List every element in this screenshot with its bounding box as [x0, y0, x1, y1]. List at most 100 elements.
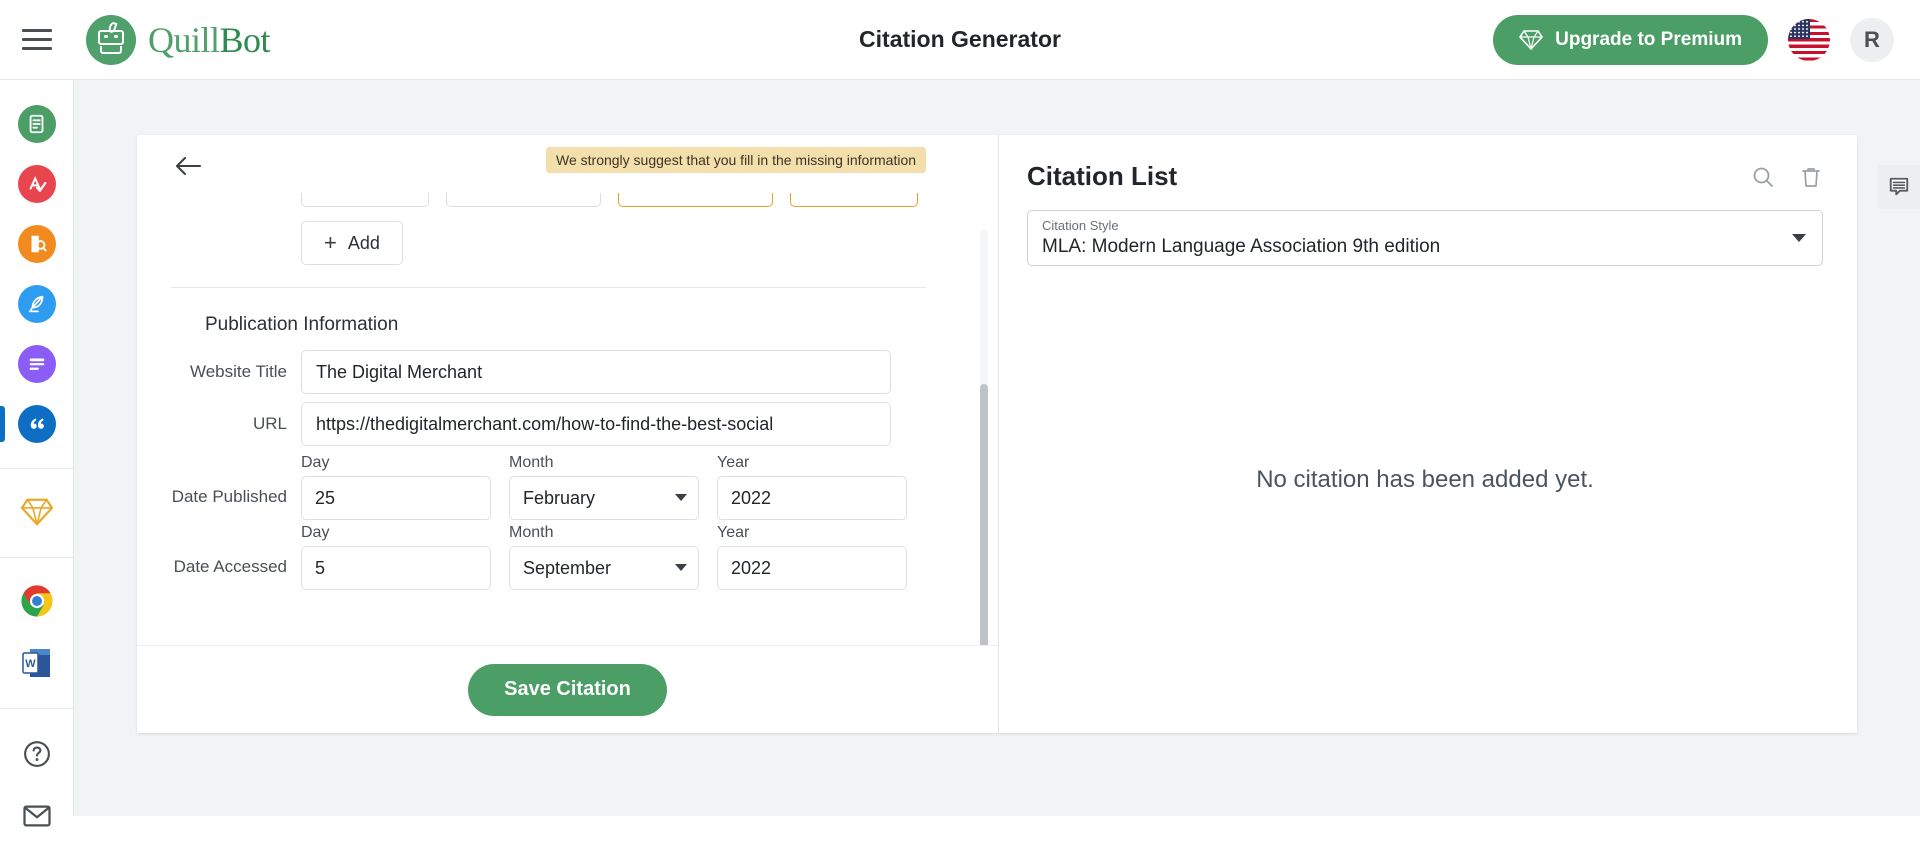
citation-list-header: Citation List [1027, 161, 1823, 192]
year-label: Year [717, 454, 750, 471]
publication-information-heading: Publication Information [205, 314, 399, 335]
published-day-group: Day [301, 454, 491, 520]
hamburger-bar [22, 29, 52, 32]
sidebar-item-summarizer[interactable] [0, 334, 74, 394]
sidebar-item-plagiarism-checker[interactable] [0, 214, 74, 274]
main-canvas: We strongly suggest that you fill in the… [74, 80, 1920, 816]
trash-icon[interactable] [1799, 165, 1823, 189]
sidebar-item-grammar-checker[interactable] [0, 154, 74, 214]
contributor-field-partial-warning[interactable] [618, 193, 773, 207]
sidebar-item-help[interactable] [0, 723, 74, 785]
citation-list-panel: Citation List Citation Style MLA: Modern… [999, 135, 1857, 733]
contributor-field-partial[interactable] [446, 193, 601, 207]
diamond-icon [1519, 29, 1544, 50]
svg-text:W: W [25, 658, 36, 670]
url-input[interactable] [301, 402, 891, 446]
sidebar-item-contact[interactable] [0, 785, 74, 847]
accessed-year-input[interactable] [717, 546, 907, 590]
gold-diamond-icon [20, 498, 53, 526]
citation-list-empty-message: No citation has been added yet. [1256, 465, 1594, 493]
quillbot-logo[interactable]: QuillBot [86, 14, 271, 65]
form-topbar: We strongly suggest that you fill in the… [137, 135, 998, 193]
quillbot-robot-icon [86, 14, 136, 65]
citation-style-label: Citation Style [1042, 218, 1119, 233]
summary-lines-icon [17, 345, 56, 383]
section-divider [171, 287, 926, 288]
url-row: URL [171, 402, 926, 446]
citation-style-select[interactable]: Citation Style MLA: Modern Language Asso… [1027, 210, 1823, 266]
chevron-down-icon [1792, 234, 1806, 242]
sidebar-item-citation-generator[interactable] [0, 394, 74, 454]
accessed-month-select[interactable]: September [509, 546, 699, 590]
avatar-initial: R [1864, 26, 1880, 52]
date-accessed-label: Date Accessed [173, 557, 287, 576]
back-arrow-icon[interactable] [171, 149, 205, 183]
app-header: QuillBot Citation Generator Upgrade to P… [0, 0, 1920, 80]
form-scrollbar[interactable] [980, 229, 988, 645]
sidebar-premium-group [0, 469, 73, 558]
us-flag-icon[interactable] [1788, 18, 1830, 61]
sidebar-footer-group [0, 709, 73, 847]
hamburger-bar [22, 38, 52, 41]
sidebar-tools-group [0, 80, 73, 469]
document-search-icon [17, 225, 56, 263]
feedback-comment-icon[interactable] [1878, 165, 1920, 209]
form-footer: Save Citation [137, 645, 998, 733]
accessed-day-group: Day [301, 524, 491, 590]
hamburger-bar [22, 47, 52, 50]
website-title-input[interactable] [301, 350, 891, 394]
missing-info-warning: We strongly suggest that you fill in the… [546, 147, 927, 173]
published-year-group: Year [717, 454, 907, 520]
add-button-label: Add [347, 232, 380, 253]
add-contributor-row: + Add [171, 221, 926, 265]
citation-list-title: Citation List [1027, 161, 1178, 191]
accessed-year-group: Year [717, 524, 907, 590]
date-accessed-row: Date Accessed Day Month September [171, 524, 926, 590]
hamburger-menu-icon[interactable] [22, 22, 58, 58]
brand-quill-text: Quill [148, 19, 220, 60]
header-actions: Upgrade to Premium R [1493, 14, 1894, 65]
contributor-fields-row [171, 193, 926, 207]
day-label: Day [301, 524, 330, 541]
chrome-icon [20, 585, 53, 617]
website-title-label: Website Title [189, 362, 287, 381]
form-scrollbar-thumb[interactable] [980, 384, 988, 645]
left-sidebar: W [0, 80, 74, 827]
website-title-row: Website Title [171, 350, 926, 394]
published-day-input[interactable] [301, 476, 491, 520]
sidebar-item-word-addin[interactable]: W [0, 632, 74, 694]
sidebar-item-co-writer[interactable] [0, 274, 74, 334]
sidebar-item-chrome-extension[interactable] [0, 570, 74, 632]
sidebar-item-paraphraser[interactable] [0, 94, 74, 154]
published-year-input[interactable] [717, 476, 907, 520]
add-contributor-button[interactable]: + Add [301, 221, 403, 265]
citation-form-panel: We strongly suggest that you fill in the… [137, 135, 999, 733]
quotation-marks-icon [17, 405, 56, 443]
published-month-select[interactable]: February [509, 476, 699, 520]
contributor-field-partial-warning[interactable] [790, 193, 918, 207]
letter-a-check-icon [17, 165, 56, 203]
search-icon[interactable] [1751, 165, 1775, 189]
published-month-group: Month February [509, 454, 699, 520]
month-label: Month [509, 454, 554, 471]
year-label: Year [717, 524, 750, 541]
accessed-day-input[interactable] [301, 546, 491, 590]
upgrade-to-premium-button[interactable]: Upgrade to Premium [1493, 14, 1768, 65]
sidebar-extensions-group: W [0, 558, 73, 709]
day-label: Day [301, 454, 330, 471]
avatar[interactable]: R [1850, 17, 1894, 62]
feather-pen-icon [17, 285, 56, 323]
date-published-row: Date Published Day Month February [171, 454, 926, 520]
brand-bot-text: Bot [219, 19, 271, 60]
accessed-month-group: Month September [509, 524, 699, 590]
ms-word-icon: W [21, 649, 50, 677]
contributor-field-partial[interactable] [301, 193, 429, 207]
sidebar-item-premium[interactable] [0, 481, 74, 543]
save-citation-button[interactable]: Save Citation [468, 663, 667, 716]
document-refresh-icon [17, 105, 56, 143]
upgrade-button-label: Upgrade to Premium [1555, 28, 1742, 50]
form-scroll-area: + Add Publication Information Website Ti… [137, 193, 998, 645]
citation-style-value: MLA: Modern Language Association 9th edi… [1042, 236, 1441, 258]
citation-workspace: We strongly suggest that you fill in the… [137, 135, 1857, 733]
brand-wordmark: QuillBot [148, 19, 271, 61]
